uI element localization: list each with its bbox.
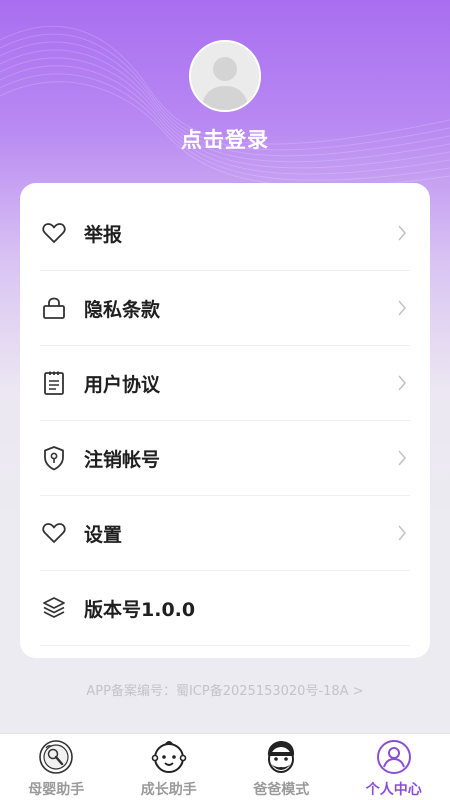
menu-item-privacy[interactable]: 隐私条款 (40, 271, 410, 346)
menu-item-label: 注销帐号 (84, 448, 161, 471)
menu-card: 举报 隐私条款 用户协议 注销帐号 设置 版本号1.0.0 (20, 183, 430, 658)
baby-rattle-icon (39, 740, 74, 774)
chevron-right-icon (394, 448, 410, 468)
tab-label: 成长助手 (140, 782, 197, 798)
menu-item-label: 用户协议 (84, 373, 161, 396)
heart-icon (40, 519, 68, 547)
chevron-right-icon (394, 523, 410, 543)
layers-icon (40, 594, 68, 622)
tab-mother-baby[interactable]: 母婴助手 (0, 734, 113, 800)
tab-growth[interactable]: 成长助手 (113, 734, 226, 800)
menu-item-report[interactable]: 举报 (40, 196, 410, 271)
dad-face-icon (268, 741, 295, 773)
tab-profile[interactable]: 个人中心 (338, 734, 450, 800)
heart-icon (40, 219, 68, 247)
icp-record-link[interactable]: APP备案编号：蜀ICP备2025153020号-18A > (0, 680, 450, 699)
lock-icon (40, 294, 68, 322)
user-icon (376, 740, 411, 774)
shield-icon (40, 444, 68, 472)
version-label: 版本号1.0.0 (84, 598, 196, 621)
login-link[interactable]: 点击登录 (0, 124, 450, 154)
chevron-right-icon (394, 223, 410, 243)
tab-label: 母婴助手 (28, 782, 85, 798)
menu-item-settings[interactable]: 设置 (40, 496, 410, 571)
menu-item-user-agreement[interactable]: 用户协议 (40, 346, 410, 421)
menu-item-label: 隐私条款 (84, 298, 161, 321)
menu-item-label: 设置 (84, 523, 123, 546)
menu-item-label: 举报 (84, 223, 123, 246)
menu-item-version: 版本号1.0.0 (40, 571, 410, 646)
tab-label: 个人中心 (365, 782, 422, 798)
menu-item-delete-account[interactable]: 注销帐号 (40, 421, 410, 496)
document-icon (40, 369, 68, 397)
default-avatar-icon (191, 42, 259, 110)
tab-bar: 母婴助手 成长助手 爸爸模式 个人中心 (0, 733, 450, 800)
tab-label: 爸爸模式 (253, 782, 310, 798)
avatar[interactable] (189, 40, 261, 112)
chevron-right-icon (394, 298, 410, 318)
chevron-right-icon (394, 373, 410, 393)
baby-face-icon (151, 741, 187, 773)
tab-dad-mode[interactable]: 爸爸模式 (225, 734, 338, 800)
